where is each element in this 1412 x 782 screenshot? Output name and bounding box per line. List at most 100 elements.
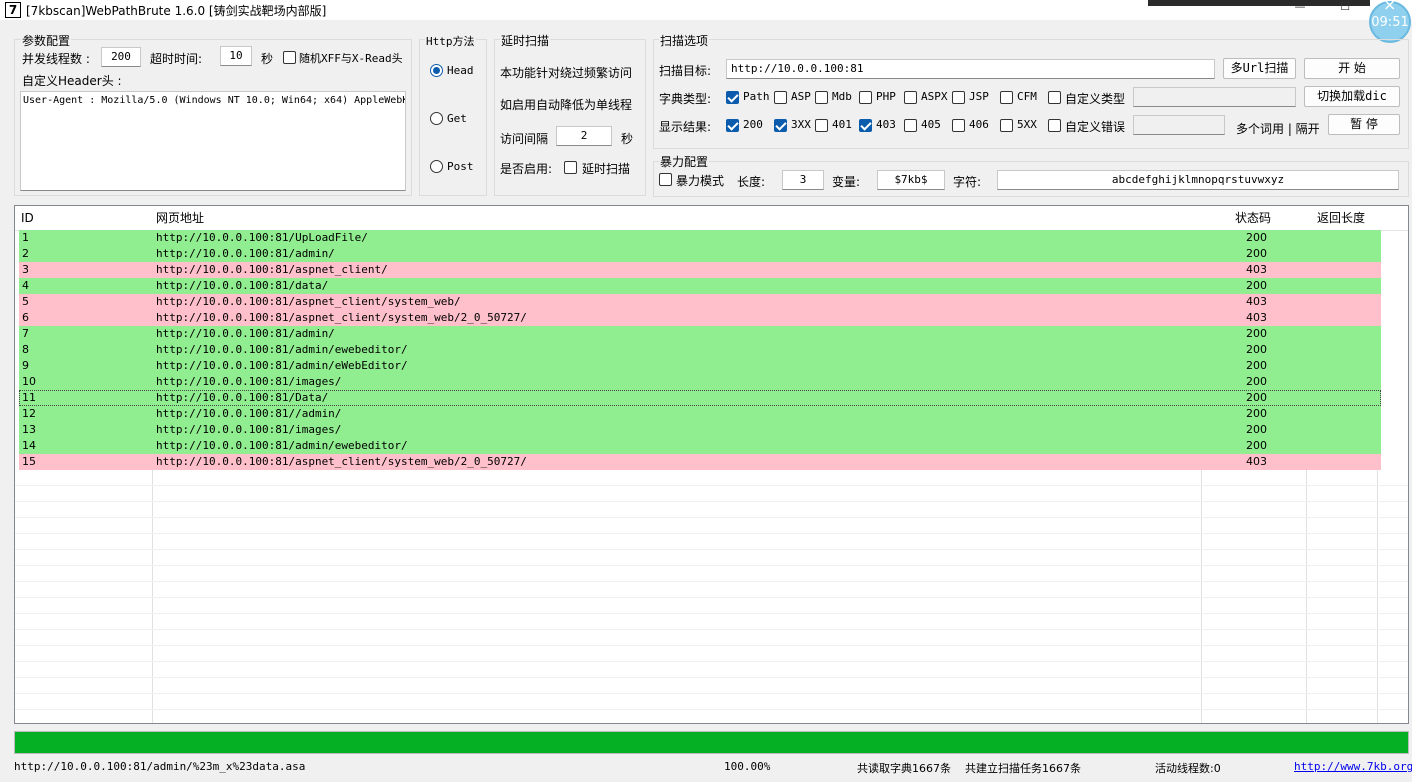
close-icon[interactable]: × — [1383, 0, 1396, 14]
empty-row — [15, 502, 1408, 518]
result-405-label: 405 — [921, 118, 941, 131]
cell-status: 200 — [1246, 231, 1267, 244]
dict-jsp-checkbox[interactable] — [952, 91, 965, 104]
dict-cfm-checkbox[interactable] — [1000, 91, 1013, 104]
custom-type-input[interactable] — [1133, 87, 1296, 107]
radio-get[interactable] — [430, 112, 443, 125]
delay-enable-checkbox[interactable] — [564, 161, 577, 174]
cell-url: http://10.0.0.100:81/admin/ewebeditor/ — [156, 343, 408, 356]
status-task-count: 共建立扫描任务1667条 — [965, 762, 1081, 775]
website-link[interactable]: http://www.7kb.org — [1294, 760, 1412, 773]
empty-row — [15, 486, 1408, 502]
header-status[interactable]: 状态码 — [1235, 206, 1271, 230]
empty-row — [15, 710, 1408, 723]
cell-status: 403 — [1246, 295, 1267, 308]
minimize-icon[interactable]: — — [1293, 0, 1307, 14]
threads-input[interactable]: 200 — [101, 47, 141, 67]
custom-error-checkbox[interactable] — [1048, 119, 1061, 132]
cell-id: 10 — [22, 375, 36, 388]
results-table[interactable]: ID 网页地址 状态码 返回长度 1 http://10.0.0.100:81/U… — [14, 205, 1409, 724]
radio-head-label: Head — [447, 64, 474, 77]
table-row[interactable]: 3 http://10.0.0.100:81/aspnet_client/403 — [19, 262, 1381, 278]
header-url[interactable]: 网页地址 — [156, 206, 204, 230]
table-row[interactable]: 15 http://10.0.0.100:81/aspnet_client/sys… — [19, 454, 1381, 470]
timeout-unit: 秒 — [261, 52, 274, 66]
app-icon: 7 — [5, 2, 21, 18]
table-row[interactable]: 9 http://10.0.0.100:81/admin/eWebEditor/2… — [19, 358, 1381, 374]
dict-mdb-checkbox[interactable] — [815, 91, 828, 104]
result-401-checkbox[interactable] — [815, 119, 828, 132]
result-406-label: 406 — [969, 118, 989, 131]
cell-id: 4 — [22, 279, 29, 292]
cell-id: 5 — [22, 295, 29, 308]
table-row[interactable]: 1 http://10.0.0.100:81/UpLoadFile/200 — [19, 230, 1381, 246]
table-row[interactable]: 5 http://10.0.0.100:81/aspnet_client/syst… — [19, 294, 1381, 310]
table-row[interactable]: 2 http://10.0.0.100:81/admin/200 — [19, 246, 1381, 262]
empty-row — [15, 630, 1408, 646]
delay-desc2: 如启用自动降低为单线程 — [500, 98, 633, 112]
brute-mode-label: 暴力模式 — [676, 174, 725, 188]
cell-url: http://10.0.0.100:81/aspnet_client/syste… — [156, 295, 461, 308]
http-method-label: Http方法 — [425, 33, 476, 49]
empty-row — [15, 646, 1408, 662]
table-row[interactable]: 13 http://10.0.0.100:81/images/200 — [19, 422, 1381, 438]
table-row[interactable]: 4 http://10.0.0.100:81/data/200 — [19, 278, 1381, 294]
radio-post[interactable] — [430, 160, 443, 173]
chars-input[interactable]: abcdefghijklmnopqrstuvwxyz — [997, 170, 1399, 190]
dict-path-checkbox[interactable] — [726, 91, 739, 104]
header-label: 自定义Header头 : — [22, 74, 122, 88]
result-405-checkbox[interactable] — [904, 119, 917, 132]
cell-url: http://10.0.0.100:81/aspnet_client/ — [156, 263, 388, 276]
dict-asp-label: ASP — [791, 90, 811, 103]
timeout-input[interactable]: 10 — [220, 46, 252, 66]
interval-input[interactable]: 2 — [556, 126, 612, 146]
header-id[interactable]: ID — [21, 206, 34, 230]
empty-row — [15, 678, 1408, 694]
result-3xx-checkbox[interactable] — [774, 119, 787, 132]
table-row[interactable]: 11 http://10.0.0.100:81/Data/200 — [19, 390, 1381, 406]
result-200-checkbox[interactable] — [726, 119, 739, 132]
table-row[interactable]: 14 http://10.0.0.100:81/admin/ewebeditor/… — [19, 438, 1381, 454]
table-row[interactable]: 12 http://10.0.0.100:81//admin/200 — [19, 406, 1381, 422]
result-3xx-label: 3XX — [791, 118, 811, 131]
cell-url: http://10.0.0.100:81/admin/ — [156, 327, 335, 340]
table-row[interactable]: 10 http://10.0.0.100:81/images/200 — [19, 374, 1381, 390]
status-current-url: http://10.0.0.100:81/admin/%23m_x%23data… — [14, 760, 306, 773]
dict-asp-checkbox[interactable] — [774, 91, 787, 104]
result-label: 显示结果: — [659, 120, 712, 134]
result-5xx-checkbox[interactable] — [1000, 119, 1013, 132]
delay-enable-checkbox-label: 延时扫描 — [582, 162, 631, 176]
dict-path-label: Path — [743, 90, 770, 103]
cell-status: 200 — [1246, 375, 1267, 388]
table-row[interactable]: 7 http://10.0.0.100:81/admin/200 — [19, 326, 1381, 342]
cell-status: 200 — [1246, 359, 1267, 372]
maximize-icon[interactable]: ☐ — [1338, 0, 1352, 14]
xff-checkbox[interactable] — [283, 51, 296, 64]
length-input[interactable]: 3 — [782, 170, 824, 190]
result-403-checkbox[interactable] — [859, 119, 872, 132]
cell-url: http://10.0.0.100:81/admin/eWebEditor/ — [156, 359, 408, 372]
start-button[interactable]: 开 始 — [1304, 58, 1400, 79]
cell-id: 1 — [22, 231, 29, 244]
custom-error-input[interactable] — [1133, 115, 1225, 135]
dict-php-checkbox[interactable] — [859, 91, 872, 104]
dict-aspx-checkbox[interactable] — [904, 91, 917, 104]
progress-fill — [15, 732, 1408, 753]
status-dict-count: 共读取字典1667条 — [857, 762, 951, 775]
brute-mode-checkbox[interactable] — [659, 173, 672, 186]
header-length[interactable]: 返回长度 — [1317, 206, 1365, 230]
table-row[interactable]: 6 http://10.0.0.100:81/aspnet_client/syst… — [19, 310, 1381, 326]
result-406-checkbox[interactable] — [952, 119, 965, 132]
custom-error-label: 自定义错误 — [1065, 120, 1126, 134]
radio-head[interactable] — [430, 64, 443, 77]
table-row[interactable]: 8 http://10.0.0.100:81/admin/ewebeditor/2… — [19, 342, 1381, 358]
pause-button[interactable]: 暂 停 — [1328, 114, 1400, 135]
cell-id: 8 — [22, 343, 29, 356]
multi-url-scan-button[interactable]: 多Url扫描 — [1223, 58, 1296, 79]
variable-input[interactable]: $7kb$ — [877, 170, 945, 190]
target-input[interactable]: http://10.0.0.100:81 — [726, 59, 1215, 79]
cell-url: http://10.0.0.100:81/images/ — [156, 375, 342, 388]
header-textarea[interactable]: User-Agent : Mozilla/5.0 (Windows NT 10.… — [20, 91, 406, 191]
custom-type-checkbox[interactable] — [1048, 91, 1061, 104]
switch-dic-button[interactable]: 切换加载dic — [1304, 86, 1400, 107]
